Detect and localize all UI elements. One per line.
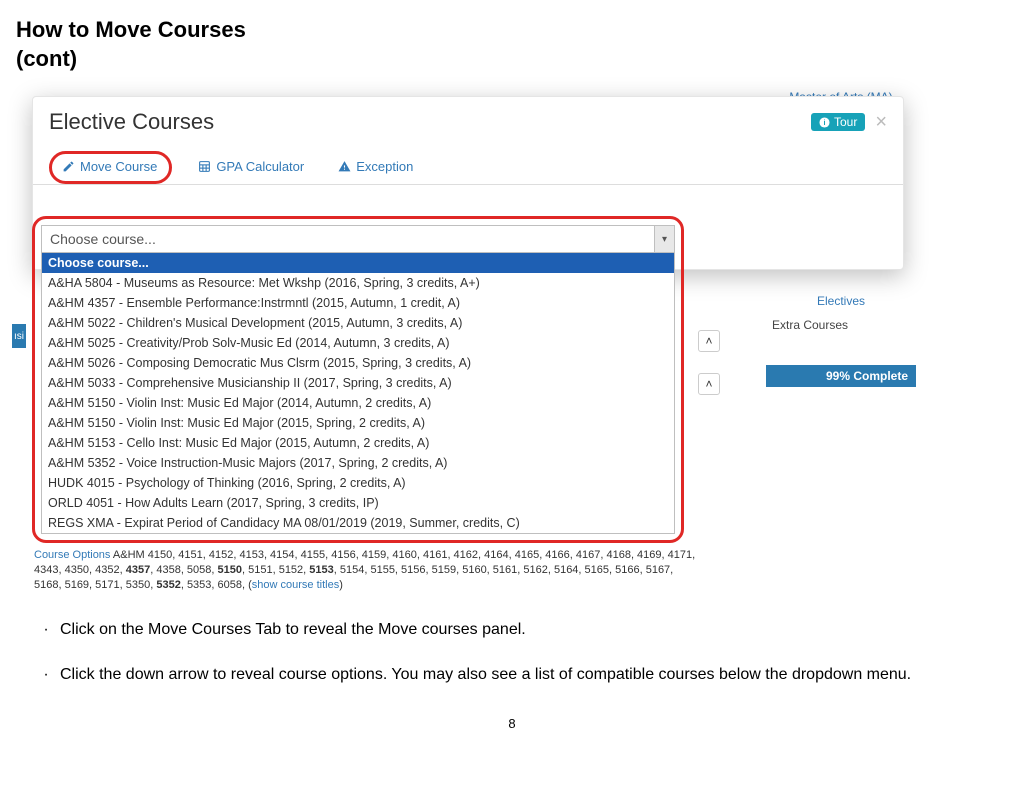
dropdown-option[interactable]: A&HM 5150 - Violin Inst: Music Ed Major … xyxy=(42,393,674,413)
page-number: 8 xyxy=(0,716,1024,731)
electives-link[interactable]: Electives xyxy=(766,294,916,308)
course-options-text: Course Options A&HM 4150, 4151, 4152, 41… xyxy=(34,548,696,593)
chevron-down-icon[interactable]: ▾ xyxy=(654,226,674,252)
collapse-button-1[interactable]: ˄ xyxy=(698,330,720,352)
highlight-outline: Choose course... ▾ Choose course... A&HA… xyxy=(32,216,684,543)
course-select[interactable]: Choose course... ▾ xyxy=(41,225,675,253)
dropdown-option[interactable]: REGS XMA - Expirat Period of Candidacy M… xyxy=(42,513,674,533)
course-dropdown-list: Choose course... A&HA 5804 - Museums as … xyxy=(41,253,675,534)
modal-tabs: Move Course GPA Calculator Exception xyxy=(33,143,903,185)
tour-button[interactable]: i Tour xyxy=(811,113,865,131)
dropdown-option[interactable]: Choose course... xyxy=(42,253,674,273)
chevron-up-icon: ˄ xyxy=(705,377,712,391)
dropdown-option[interactable]: HUDK 4015 - Psychology of Thinking (2016… xyxy=(42,473,674,493)
extra-courses-label: Extra Courses xyxy=(772,318,916,332)
bullet-icon: · xyxy=(32,663,60,686)
dropdown-option[interactable]: A&HM 5025 - Creativity/Prob Solv-Music E… xyxy=(42,333,674,353)
warning-icon xyxy=(338,160,351,173)
chevron-up-icon: ˄ xyxy=(705,334,712,348)
bullet-icon: · xyxy=(32,618,60,641)
tab-gpa-calculator[interactable]: GPA Calculator xyxy=(190,153,312,184)
screenshot-container: Master of Arts (MA) Electives Extra Cour… xyxy=(16,90,1006,590)
dropdown-option[interactable]: A&HM 5352 - Voice Instruction-Music Majo… xyxy=(42,453,674,473)
dropdown-option[interactable]: A&HM 5153 - Cello Inst: Music Ed Major (… xyxy=(42,433,674,453)
collapse-button-2[interactable]: ˄ xyxy=(698,373,720,395)
svg-text:i: i xyxy=(823,117,825,126)
calculator-icon xyxy=(198,160,211,173)
instruction-item: · Click the down arrow to reveal course … xyxy=(32,663,992,686)
tab-exception[interactable]: Exception xyxy=(330,153,421,184)
dropdown-option[interactable]: A&HM 5150 - Violin Inst: Music Ed Major … xyxy=(42,413,674,433)
info-icon: i xyxy=(819,117,830,128)
close-icon[interactable]: × xyxy=(875,111,887,134)
progress-badge: 99% Complete xyxy=(766,365,916,387)
cropped-fragment: ısi xyxy=(12,324,26,348)
instruction-item: · Click on the Move Courses Tab to revea… xyxy=(32,618,992,641)
show-course-titles-link[interactable]: show course titles xyxy=(252,579,339,591)
dropdown-option[interactable]: ORLD 4051 - How Adults Learn (2017, Spri… xyxy=(42,493,674,513)
dropdown-option[interactable]: A&HM 4357 - Ensemble Performance:Instrmn… xyxy=(42,293,674,313)
page-title: How to Move Courses (cont) xyxy=(0,0,1024,73)
dropdown-option[interactable]: A&HM 5033 - Comprehensive Musicianship I… xyxy=(42,373,674,393)
dropdown-option[interactable]: A&HM 5022 - Children's Musical Developme… xyxy=(42,313,674,333)
modal-title: Elective Courses xyxy=(49,109,214,135)
pencil-icon xyxy=(62,160,75,173)
instructions: · Click on the Move Courses Tab to revea… xyxy=(32,618,992,708)
tab-move-course[interactable]: Move Course xyxy=(49,151,172,184)
course-options-label: Course Options xyxy=(34,549,110,561)
dropdown-option[interactable]: A&HM 5026 - Composing Democratic Mus Cls… xyxy=(42,353,674,373)
dropdown-option[interactable]: A&HA 5804 - Museums as Resource: Met Wks… xyxy=(42,273,674,293)
select-placeholder: Choose course... xyxy=(50,231,156,247)
course-dropdown-wrapper: Choose course... ▾ Choose course... A&HA… xyxy=(32,216,684,543)
